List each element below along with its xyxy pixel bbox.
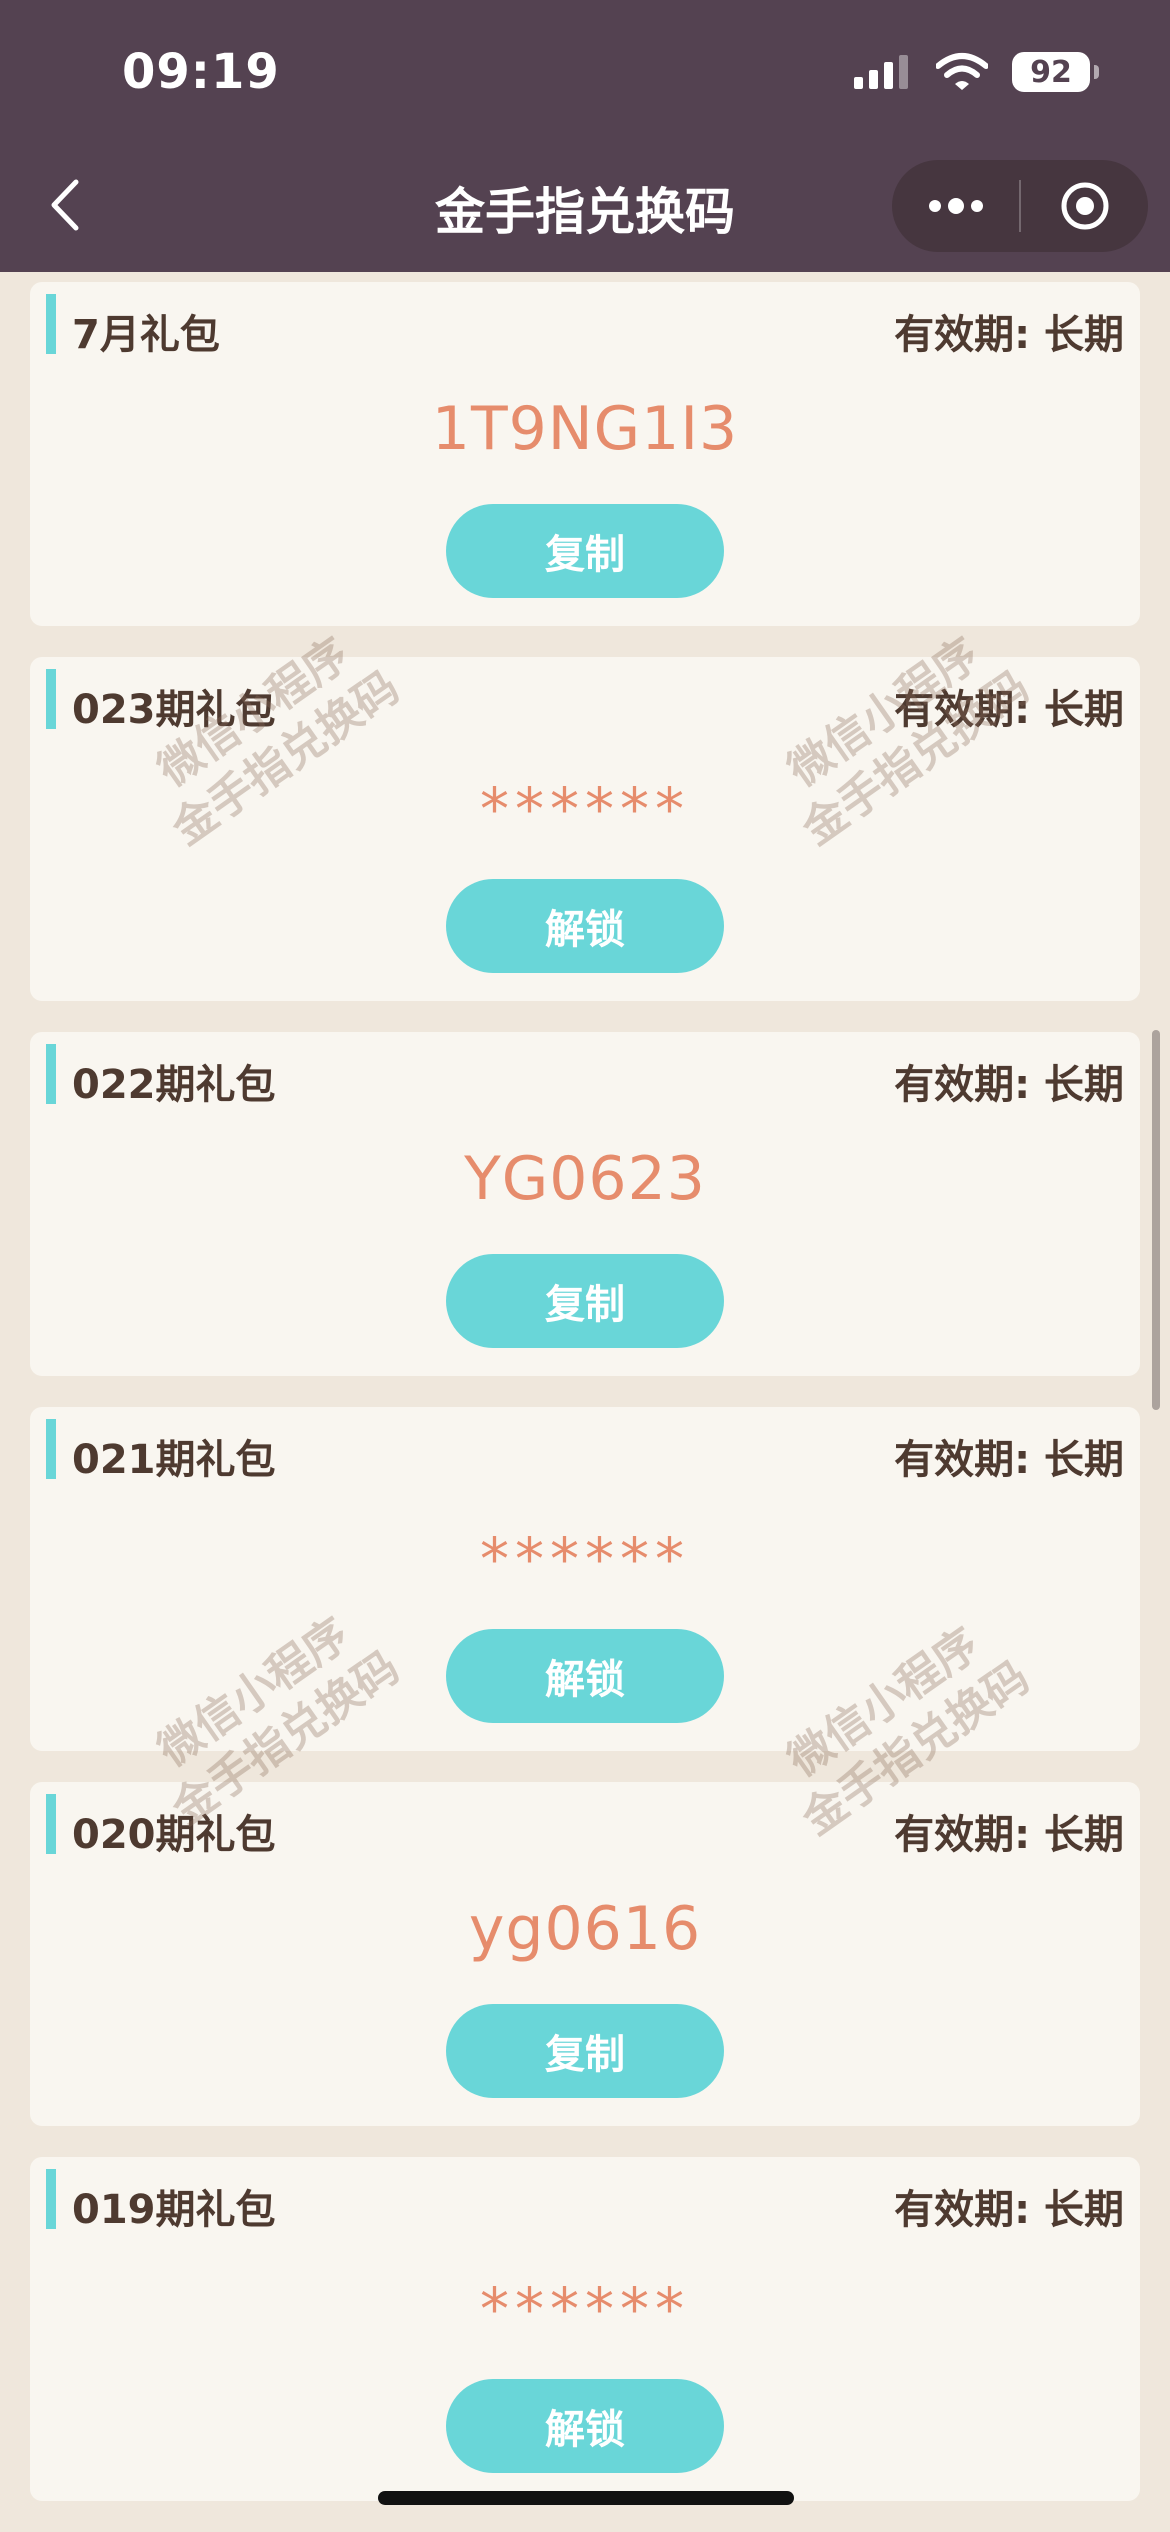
unlock-button[interactable]: 解锁	[446, 879, 724, 973]
card-title: 021期礼包	[72, 1437, 276, 1483]
battery-icon: 92	[1012, 52, 1099, 92]
card-validity: 有效期: 长期	[894, 1812, 1124, 1858]
gift-card: 020期礼包 有效期: 长期 yg0616 复制	[30, 1782, 1140, 2126]
card-title: 019期礼包	[72, 2187, 276, 2233]
card-title: 7月礼包	[72, 312, 220, 358]
gift-card: 021期礼包 有效期: 长期 ****** 解锁	[30, 1407, 1140, 1751]
card-validity: 有效期: 长期	[894, 1062, 1124, 1108]
card-title: 020期礼包	[72, 1812, 276, 1858]
card-accent-bar	[46, 669, 56, 729]
gift-code: YG0623	[464, 1144, 706, 1214]
more-dots-icon	[928, 198, 983, 214]
gift-code: yg0616	[468, 1894, 702, 1964]
gift-code: 1T9NG1I3	[431, 394, 739, 464]
copy-button[interactable]: 复制	[446, 504, 724, 598]
card-title: 022期礼包	[72, 1062, 276, 1108]
copy-button[interactable]: 复制	[446, 2004, 724, 2098]
wifi-icon	[936, 53, 988, 90]
status-time: 09:19	[122, 44, 280, 100]
battery-tip	[1094, 65, 1099, 79]
gift-card: 023期礼包 有效期: 长期 ****** 解锁	[30, 657, 1140, 1001]
cellular-signal-icon	[854, 55, 908, 89]
gift-card: 7月礼包 有效期: 长期 1T9NG1I3 复制	[30, 282, 1140, 626]
status-icons: 92	[852, 52, 1099, 92]
gift-code-list: 7月礼包 有效期: 长期 1T9NG1I3 复制 023期礼包 有效期: 长期 …	[30, 282, 1140, 2532]
close-miniprogram-button[interactable]	[1021, 160, 1148, 252]
card-accent-bar	[46, 294, 56, 354]
card-title: 023期礼包	[72, 687, 276, 733]
card-accent-bar	[46, 1044, 56, 1104]
unlock-button[interactable]: 解锁	[446, 2379, 724, 2473]
card-validity: 有效期: 长期	[894, 687, 1124, 733]
home-indicator[interactable]	[378, 2491, 794, 2505]
more-button[interactable]	[892, 160, 1019, 252]
gift-card: 019期礼包 有效期: 长期 ****** 解锁	[30, 2157, 1140, 2501]
card-validity: 有效期: 长期	[894, 312, 1124, 358]
masked-gift-code: ******	[480, 775, 690, 843]
copy-button[interactable]: 复制	[446, 1254, 724, 1348]
app-header: 09:19 92 金手指兑换码	[0, 0, 1170, 272]
card-accent-bar	[46, 1419, 56, 1479]
masked-gift-code: ******	[480, 2275, 690, 2343]
miniprogram-capsule	[892, 160, 1148, 252]
card-validity: 有效期: 长期	[894, 1437, 1124, 1483]
gift-card: 022期礼包 有效期: 长期 YG0623 复制	[30, 1032, 1140, 1376]
scroll-indicator[interactable]	[1152, 1030, 1160, 1410]
unlock-button[interactable]: 解锁	[446, 1629, 724, 1723]
target-close-icon	[1061, 182, 1108, 230]
card-accent-bar	[46, 2169, 56, 2229]
battery-level: 92	[1030, 54, 1072, 90]
masked-gift-code: ******	[480, 1525, 690, 1593]
card-validity: 有效期: 长期	[894, 2187, 1124, 2233]
card-accent-bar	[46, 1794, 56, 1854]
